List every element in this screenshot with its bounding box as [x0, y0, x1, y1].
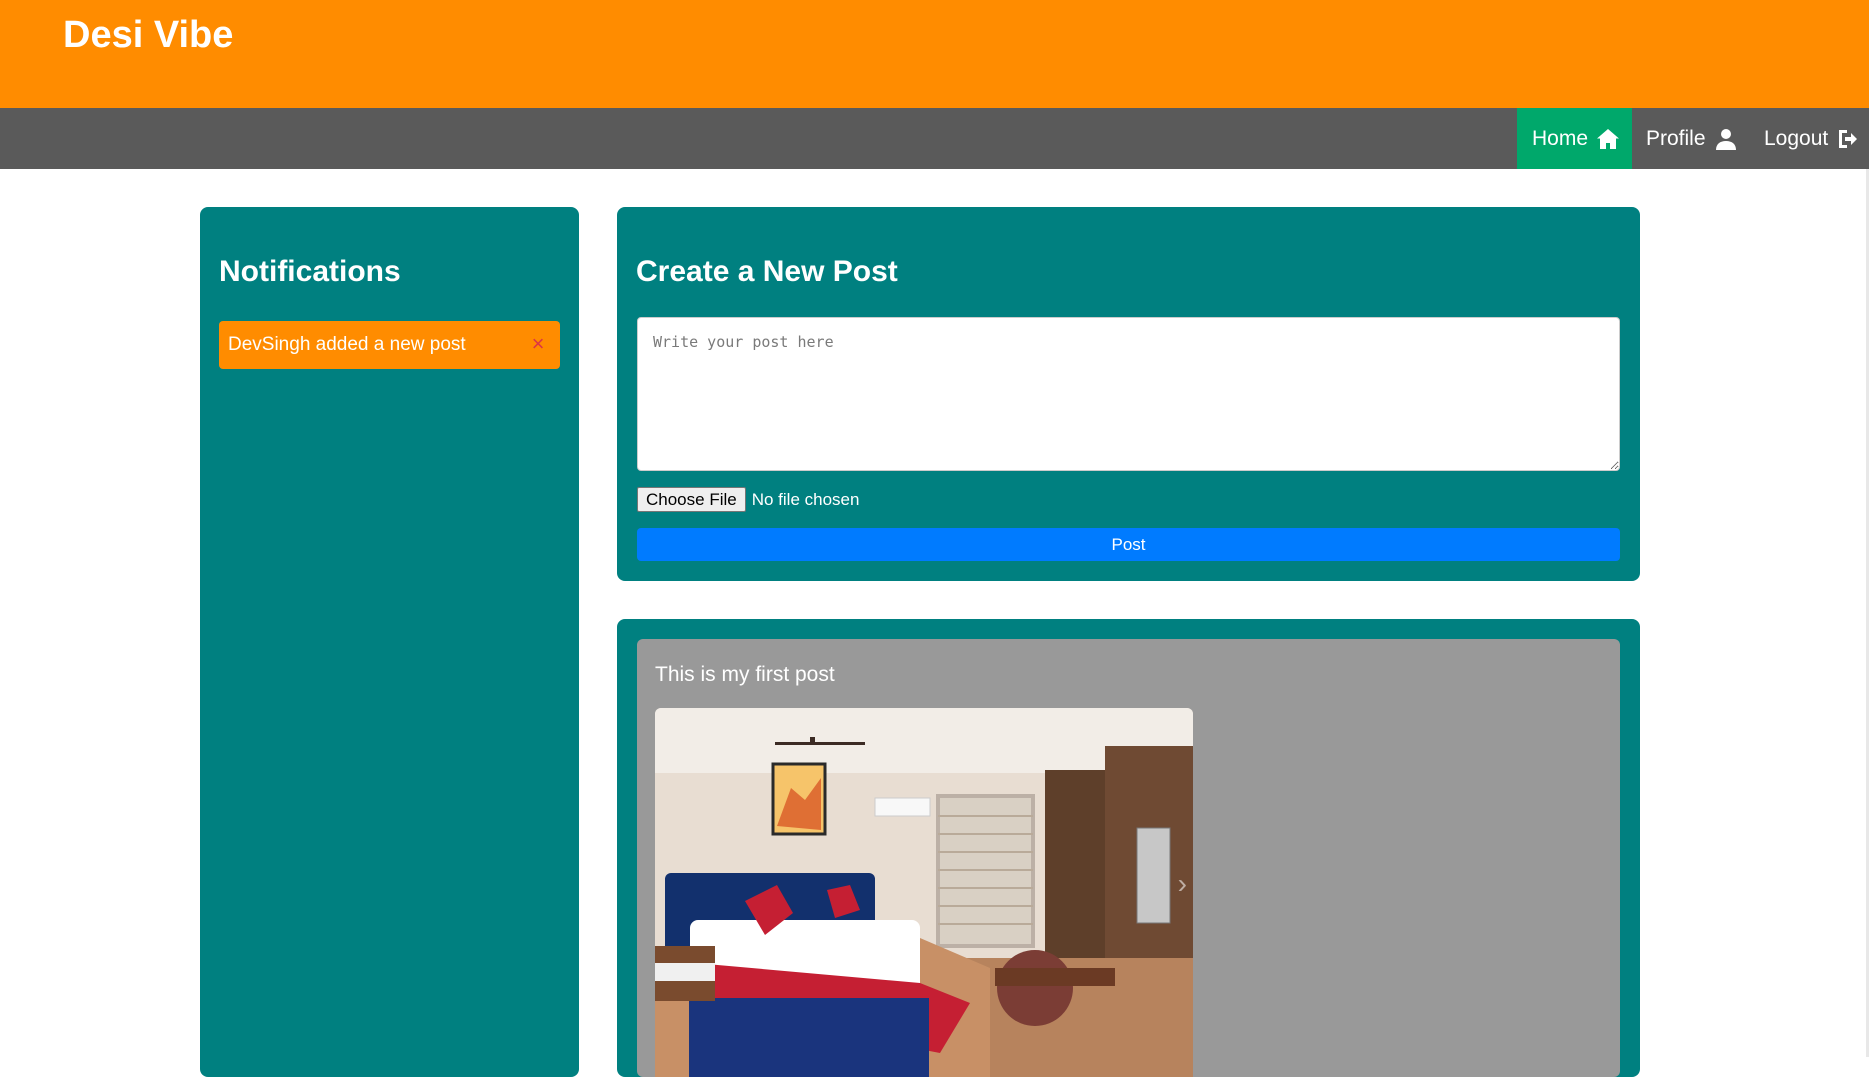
post-image: › — [655, 708, 1193, 1077]
nav-logout-label: Logout — [1764, 126, 1829, 150]
chevron-right-icon[interactable]: › — [1178, 868, 1187, 900]
home-icon — [1597, 128, 1620, 149]
post-item: This is my first post › — [637, 639, 1620, 1077]
notification-item: DevSingh added a new post × — [219, 321, 560, 369]
create-post-card: Create a New Post Choose File No file ch… — [617, 207, 1640, 581]
nav-profile[interactable]: Profile — [1632, 108, 1744, 169]
site-title: Desi Vibe — [63, 14, 234, 56]
logout-icon — [1839, 129, 1858, 148]
bedroom-photo — [655, 708, 1193, 1077]
notifications-panel: Notifications DevSingh added a new post … — [200, 207, 579, 1077]
choose-file-button[interactable]: Choose File — [637, 487, 746, 512]
site-header: Desi Vibe — [0, 0, 1869, 108]
post-button[interactable]: Post — [637, 528, 1620, 561]
nav-profile-label: Profile — [1646, 126, 1706, 150]
file-status: No file chosen — [751, 489, 860, 509]
post-content-input[interactable] — [637, 317, 1620, 471]
main-navbar: Home Profile Logout — [0, 108, 1869, 169]
nav-logout[interactable]: Logout — [1750, 108, 1869, 169]
post-feed: This is my first post › — [617, 619, 1640, 1077]
nav-home-label: Home — [1532, 126, 1589, 150]
notification-text: DevSingh added a new post — [228, 334, 466, 355]
nav-home[interactable]: Home — [1517, 108, 1632, 169]
create-post-title: Create a New Post — [636, 255, 898, 288]
notifications-title: Notifications — [219, 255, 401, 288]
file-upload-row: Choose File No file chosen — [637, 487, 859, 512]
post-text: This is my first post — [655, 663, 835, 686]
user-icon — [1715, 128, 1736, 150]
close-icon[interactable]: × — [526, 332, 550, 356]
